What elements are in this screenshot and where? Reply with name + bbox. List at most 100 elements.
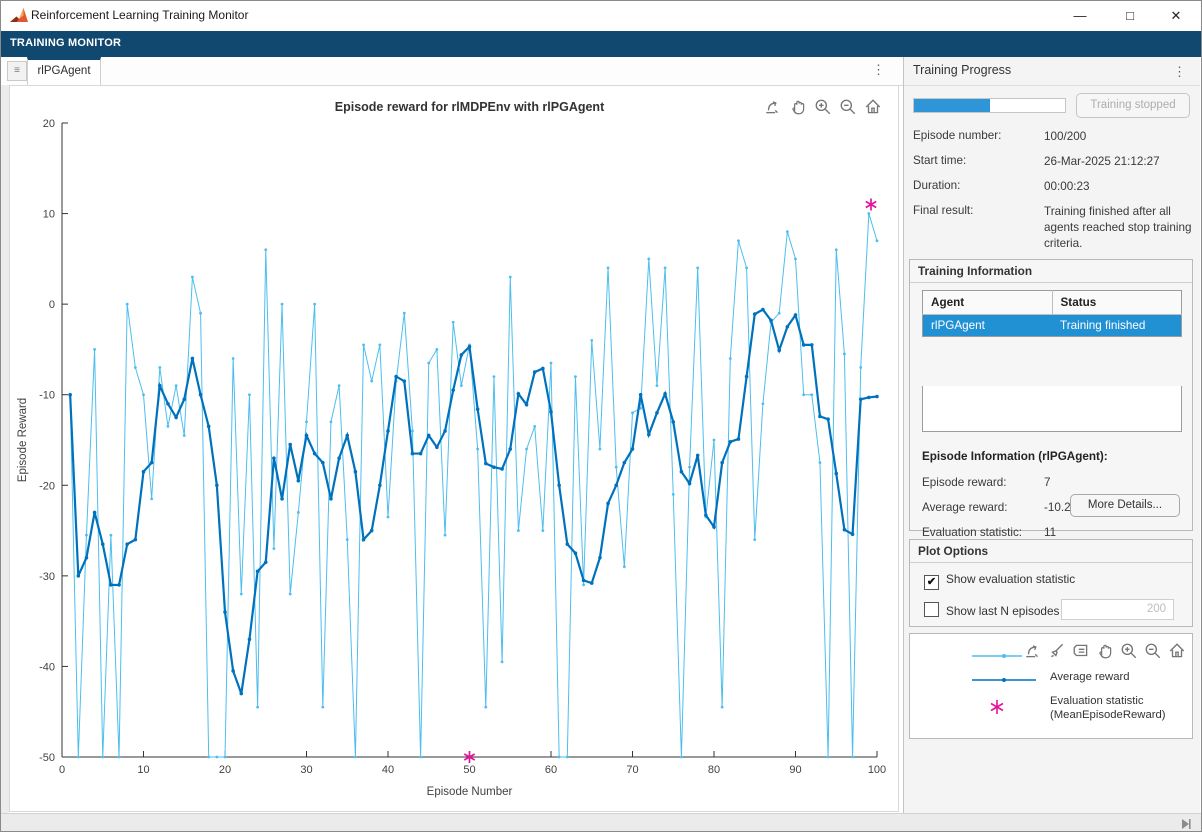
export-icon[interactable]: [764, 98, 782, 116]
svg-text:20: 20: [43, 118, 55, 130]
group-title: Training Information: [910, 260, 1192, 283]
svg-text:0: 0: [59, 764, 65, 776]
cell-agent[interactable]: rlPGAgent: [923, 315, 1053, 337]
svg-text:90: 90: [789, 764, 801, 776]
group-title: Plot Options: [910, 540, 1192, 563]
axes-toolbar: [764, 98, 882, 116]
checkbox-unchecked[interactable]: [924, 602, 939, 617]
svg-text:40: 40: [382, 764, 394, 776]
minimize-button[interactable]: —: [1057, 1, 1103, 31]
stat-value: 11: [1044, 526, 1056, 539]
svg-text:-30: -30: [39, 571, 55, 583]
svg-text:Episode Number: Episode Number: [427, 786, 513, 798]
more-details-button[interactable]: More Details...: [1070, 494, 1180, 517]
app-window: Reinforcement Learning Training Monitor …: [0, 0, 1202, 832]
checkbox-checked[interactable]: ✔: [924, 575, 939, 590]
export-icon[interactable]: [1024, 642, 1042, 660]
svg-text:70: 70: [626, 764, 638, 776]
tab-list-button[interactable]: ≡: [7, 61, 27, 81]
checkbox-label: Show evaluation statistic: [946, 572, 1075, 586]
field-final-result: Final result: Training finished after al…: [913, 204, 1191, 217]
svg-text:Episode reward for rlMDPEnv wi: Episode reward for rlMDPEnv with rlPGAge…: [335, 100, 605, 114]
stat-average-reward: Average reward: -10.2: [922, 501, 1008, 514]
n-episodes-input[interactable]: 200: [1061, 599, 1174, 620]
field-label: Final result:: [913, 204, 973, 217]
legend-label: Average reward: [1050, 670, 1130, 684]
zoom-out-icon[interactable]: [839, 98, 857, 116]
svg-text:-10: -10: [39, 390, 55, 402]
svg-text:50: 50: [463, 764, 475, 776]
cell-status[interactable]: Training finished: [1052, 315, 1182, 337]
stat-episode-reward: Episode reward: 7: [922, 476, 1006, 489]
svg-text:30: 30: [300, 764, 312, 776]
pan-icon[interactable]: [789, 98, 807, 116]
toolstrip-bar: TRAINING MONITOR: [1, 31, 1202, 57]
svg-text:0: 0: [49, 299, 55, 311]
zoom-out-icon[interactable]: [1144, 642, 1162, 660]
field-value: 100/200: [1044, 129, 1196, 145]
svg-text:10: 10: [43, 209, 55, 221]
agent-status-table[interactable]: Agent Status rlPGAgent Training finished: [922, 290, 1182, 337]
field-value: 00:00:23: [1044, 179, 1196, 195]
panel-header: Training Progress ⋮: [904, 57, 1200, 86]
episode-reward-chart[interactable]: 0 10 20 30 40 50 60 70 80 90 100 -50 -40 -30 -20 -10 0 10…: [10, 86, 898, 811]
svg-text:-50: -50: [39, 752, 55, 764]
document-tab-strip: ≡ rlPGAgent ⋮: [1, 57, 903, 86]
training-information-group: Training Information Agent Status rlPGAg…: [909, 259, 1193, 531]
maximize-button[interactable]: □: [1107, 1, 1153, 31]
svg-text:-20: -20: [39, 480, 55, 492]
legend-box: Episode reward Average reward Evaluation…: [909, 633, 1193, 739]
episode-information-title: Episode Information (rlPGAgent):: [922, 450, 1108, 463]
asterisk-sample-icon: [988, 698, 1006, 716]
svg-text:-40: -40: [39, 661, 55, 673]
expand-right-icon[interactable]: [1179, 817, 1193, 831]
stat-value: 7: [1044, 476, 1051, 489]
stat-value: -10.2: [1044, 501, 1071, 514]
zoom-in-icon[interactable]: [1120, 642, 1138, 660]
kebab-menu-icon[interactable]: ⋮: [1173, 65, 1186, 78]
pan-icon[interactable]: [1096, 642, 1114, 660]
stat-label: Average reward:: [922, 501, 1008, 514]
field-start-time: Start time: 26-Mar-2025 21:12:27: [913, 154, 1191, 167]
training-progress-bar: [913, 98, 1066, 113]
kebab-menu-icon[interactable]: ⋮: [872, 63, 885, 76]
show-evaluation-statistic-option[interactable]: ✔ Show evaluation statistic: [924, 572, 1075, 590]
tab-rlpgagent[interactable]: rlPGAgent: [27, 57, 101, 85]
training-stopped-button[interactable]: Training stopped: [1076, 93, 1190, 118]
field-value: Training finished after all agents reach…: [1044, 204, 1196, 251]
table-empty-area: [922, 386, 1182, 432]
toolstrip-tab-training-monitor[interactable]: TRAINING MONITOR: [10, 37, 121, 49]
field-label: Start time:: [913, 154, 966, 167]
home-icon[interactable]: [864, 98, 882, 116]
home-icon[interactable]: [1168, 642, 1186, 660]
table-row[interactable]: rlPGAgent Training finished: [923, 315, 1182, 337]
floating-axes-toolbar: [1022, 640, 1188, 662]
field-label: Episode number:: [913, 129, 1001, 142]
svg-text:100: 100: [868, 764, 886, 776]
datatip-icon[interactable]: [1072, 642, 1090, 660]
progress-fill: [914, 99, 990, 112]
figure-margin: [1, 85, 9, 813]
svg-text:10: 10: [137, 764, 149, 776]
close-button[interactable]: ✕: [1153, 1, 1199, 31]
brush-icon[interactable]: [1048, 642, 1066, 660]
plot-options-group: Plot Options ✔Show evaluation statistic …: [909, 539, 1193, 627]
training-progress-panel: Training Progress ⋮ Training stopped Epi…: [904, 57, 1200, 813]
column-header-agent[interactable]: Agent: [923, 291, 1053, 315]
checkbox-label: Show last N episodes: [946, 604, 1059, 618]
show-last-n-episodes-option[interactable]: Show last N episodes 200: [924, 602, 1186, 618]
svg-text:80: 80: [708, 764, 720, 776]
svg-text:60: 60: [545, 764, 557, 776]
window-title: Reinforcement Learning Training Monitor: [31, 8, 248, 22]
stat-label: Evaluation statistic:: [922, 526, 1022, 539]
status-bar: [1, 813, 1202, 832]
field-duration: Duration: 00:00:23: [913, 179, 1191, 192]
column-header-status[interactable]: Status: [1052, 291, 1182, 315]
stat-evaluation-statistic: Evaluation statistic: 11: [922, 526, 1022, 539]
legend-label: Evaluation statistic(MeanEpisodeReward): [1050, 694, 1166, 722]
svg-text:20: 20: [219, 764, 231, 776]
list-icon: ≡: [14, 65, 20, 76]
zoom-in-icon[interactable]: [814, 98, 832, 116]
line-sample-icon: [972, 676, 1036, 684]
title-bar: Reinforcement Learning Training Monitor …: [1, 1, 1202, 31]
